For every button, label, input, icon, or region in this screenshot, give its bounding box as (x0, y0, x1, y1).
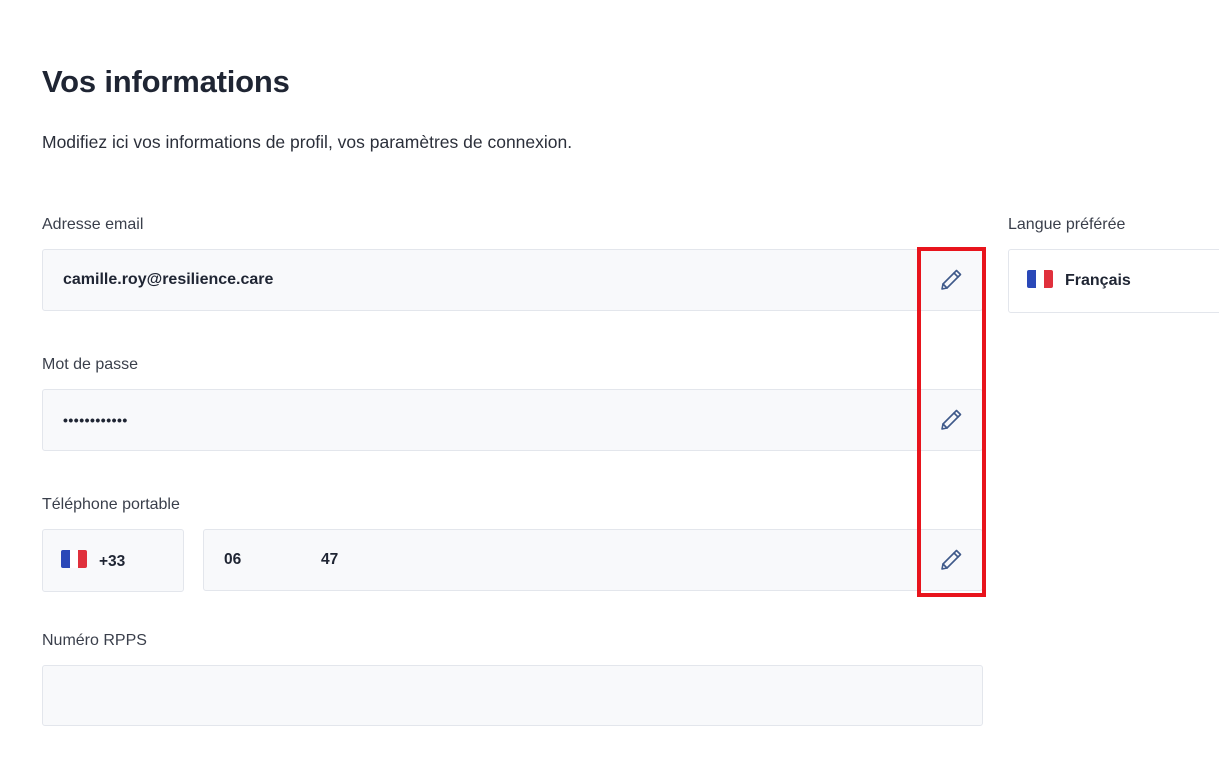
rpps-field[interactable] (42, 665, 983, 726)
country-code-value: +33 (99, 553, 126, 570)
email-value: camille.roy@resilience.care (63, 271, 274, 288)
highlight-box (917, 247, 986, 597)
password-value: •••••••••••• (63, 412, 128, 428)
language-value: Français (1065, 272, 1131, 289)
phone-label: Téléphone portable (42, 496, 180, 513)
password-field[interactable]: •••••••••••• (42, 389, 983, 451)
password-label: Mot de passe (42, 356, 139, 373)
email-label: Adresse email (42, 216, 144, 233)
phone-number-field[interactable]: 06 47 (203, 529, 983, 591)
language-select[interactable]: Français (1008, 249, 1219, 313)
email-field[interactable]: camille.roy@resilience.care (42, 249, 983, 311)
phone-part-2: 47 (321, 551, 339, 568)
page-subtitle: Modifiez ici vos informations de profil,… (42, 132, 573, 152)
phone-part-1: 06 (224, 551, 242, 568)
france-flag-icon (1027, 270, 1053, 288)
rpps-label: Numéro RPPS (42, 632, 147, 649)
language-label: Langue préférée (1008, 216, 1126, 233)
france-flag-icon (61, 550, 87, 568)
country-code-select[interactable]: +33 (42, 529, 184, 592)
page-title: Vos informations (42, 64, 290, 99)
